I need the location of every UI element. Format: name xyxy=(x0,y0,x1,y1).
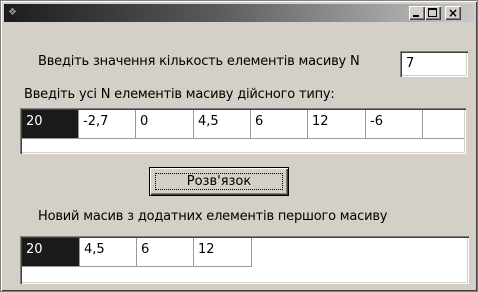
n-input-value: 7 xyxy=(406,56,415,71)
input-cell[interactable]: -6 xyxy=(366,110,423,139)
result-cell[interactable]: 20 xyxy=(22,238,80,267)
maximize-button[interactable] xyxy=(425,6,441,20)
input-array-row: 20 -2,7 0 4,5 6 12 -6 xyxy=(22,110,464,139)
n-label: Введіть значення кількость елементів мас… xyxy=(38,54,360,69)
result-cell[interactable]: 4,5 xyxy=(80,238,137,267)
n-input[interactable]: 7 xyxy=(400,51,468,77)
input-cell[interactable]: 12 xyxy=(308,110,366,139)
maximize-icon xyxy=(428,8,437,17)
input-cell[interactable]: 6 xyxy=(251,110,308,139)
result-cell[interactable] xyxy=(252,238,452,267)
solve-button-face: Розв'язок xyxy=(150,168,288,195)
array-label: Введіть усі N елементів масиву дійсного … xyxy=(24,87,335,102)
close-button[interactable]: × xyxy=(445,6,461,20)
app-icon[interactable]: ❖ xyxy=(8,6,22,19)
minimize-icon xyxy=(413,15,419,17)
input-cell[interactable]: 20 xyxy=(22,110,79,139)
result-cell[interactable]: 12 xyxy=(194,238,252,267)
input-cell[interactable]: -2,7 xyxy=(79,110,136,139)
result-array-row: 20 4,5 6 12 xyxy=(22,238,452,267)
minimize-button[interactable] xyxy=(409,6,425,20)
close-icon: × xyxy=(447,6,459,20)
input-cell[interactable]: 4,5 xyxy=(194,110,251,139)
input-cell[interactable] xyxy=(423,110,464,139)
result-label: Новий масив з додатних елементів першого… xyxy=(38,209,388,224)
input-cell[interactable]: 0 xyxy=(136,110,194,139)
result-cell[interactable]: 6 xyxy=(137,238,194,267)
app-window: ❖ × Введіть значення кількость елементів… xyxy=(0,0,478,292)
title-bar[interactable]: ❖ × xyxy=(4,4,474,22)
solve-button[interactable]: Розв'язок xyxy=(149,167,289,196)
solve-button-label: Розв'язок xyxy=(155,173,283,190)
